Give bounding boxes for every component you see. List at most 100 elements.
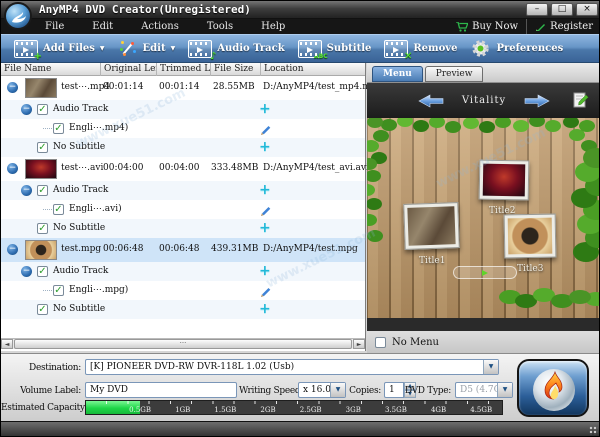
register-link[interactable]: Register <box>526 19 600 34</box>
resize-grip[interactable] <box>589 426 598 435</box>
add-subtitle-icon[interactable]: + <box>259 301 271 317</box>
title1-frame[interactable] <box>403 202 460 250</box>
no-menu-checkbox[interactable] <box>375 337 386 348</box>
volume-label-input[interactable]: My DVD <box>85 382 237 398</box>
capacity-bar: 0.5GB 1GB 1.5GB 2GB 2.5GB 3GB 3.5GB 4GB … <box>85 400 503 415</box>
track-checkbox[interactable]: ✓ <box>53 123 64 134</box>
col-original-length[interactable]: Original Leng <box>101 63 157 76</box>
scroll-right-icon[interactable]: ► <box>353 339 365 349</box>
film-audio-icon: ♪ <box>188 40 212 58</box>
col-file-size[interactable]: File Size <box>211 63 261 76</box>
audio-group-row[interactable]: − ✓ Audio Track + <box>1 262 365 281</box>
capacity-tick: 4GB <box>431 406 446 414</box>
menu-bar: File Edit Actions Tools Help Buy Now Reg… <box>1 19 600 34</box>
remove-button[interactable]: ✕ Remove <box>384 40 457 58</box>
capacity-tick: 2.5GB <box>300 406 322 414</box>
menu-preview-scene[interactable]: Title2 Title1 Title3 <box>367 118 600 318</box>
audio-checkbox[interactable]: ✓ <box>37 104 48 115</box>
maximize-button[interactable]: □ <box>551 3 573 16</box>
file-location: D:/AnyMP4/test.mpg <box>263 244 358 254</box>
toolbar: + Add Files ▼ Edit ▼ ♪ Audio Track ABC S… <box>1 34 600 63</box>
edit-menu-icon[interactable] <box>572 92 589 113</box>
file-row[interactable]: − test⋯.mp4 00:01:14 00:01:14 28.55MB D:… <box>1 76 365 100</box>
collapse-icon[interactable]: − <box>21 266 32 277</box>
audio-track-button[interactable]: ♪ Audio Track <box>188 40 284 58</box>
file-row[interactable]: − test⋯.avi 00:04:00 00:04:00 333.48MB D… <box>1 157 365 181</box>
collapse-icon[interactable]: − <box>7 163 18 174</box>
add-audio-icon[interactable]: + <box>259 263 271 279</box>
collapse-icon[interactable]: − <box>7 82 18 93</box>
prev-template-arrow-icon[interactable] <box>418 94 444 108</box>
destination-select[interactable]: [K] PIONEER DVD-RW DVR-118L 1.02 (Usb) ▼ <box>85 359 499 375</box>
chevron-down-icon[interactable]: ▼ <box>171 45 176 52</box>
collapse-icon[interactable]: − <box>21 104 32 115</box>
scrollbar-thumb[interactable]: ··· <box>14 339 352 349</box>
audio-group-row[interactable]: − ✓ Audio Track + <box>1 100 365 119</box>
preferences-button[interactable]: Preferences <box>470 38 563 59</box>
col-trimmed-length[interactable]: Trimmed Lengt <box>157 63 211 76</box>
add-files-button[interactable]: + Add Files ▼ <box>14 40 105 58</box>
menu-help[interactable]: Help <box>247 21 299 32</box>
col-file-name[interactable]: File Name <box>1 63 101 76</box>
next-template-arrow-icon[interactable] <box>524 94 550 108</box>
add-subtitle-icon[interactable]: + <box>259 139 271 155</box>
capacity-tick: 3GB <box>346 406 361 414</box>
tab-preview[interactable]: Preview <box>425 66 484 82</box>
subtitle-checkbox[interactable]: ✓ <box>37 223 48 234</box>
app-window: www.xue51.com www.xue51.com www.xue51.co… <box>0 0 600 437</box>
chevron-down-icon[interactable]: ▼ <box>483 360 498 374</box>
subtitle-checkbox[interactable]: ✓ <box>37 304 48 315</box>
dvd-type-select[interactable]: D5 (4.7G) ▼ <box>455 382 513 398</box>
audio-track-row[interactable]: ✓ Engli⋯.avi) <box>1 200 365 219</box>
add-audio-icon[interactable]: + <box>259 182 271 198</box>
audio-checkbox[interactable]: ✓ <box>37 185 48 196</box>
subtitle-row[interactable]: ✓ No Subtitle + <box>1 138 365 157</box>
audio-group-row[interactable]: − ✓ Audio Track + <box>1 181 365 200</box>
tab-menu[interactable]: Menu <box>372 66 423 82</box>
file-row-selected[interactable]: − test.mpg 00:06:48 00:06:48 439.31MB D:… <box>1 238 365 262</box>
writing-speed-select[interactable]: x 16.0 ▼ <box>298 382 346 398</box>
col-location[interactable]: Location <box>261 63 365 76</box>
horizontal-scrollbar[interactable]: ◄ ··· ► <box>1 338 365 349</box>
burn-button[interactable] <box>517 359 589 417</box>
menu-file[interactable]: File <box>31 21 78 32</box>
menu-edit[interactable]: Edit <box>78 21 127 32</box>
original-length: 00:06:48 <box>103 244 143 254</box>
menu-actions[interactable]: Actions <box>127 21 193 32</box>
cart-icon <box>456 22 468 32</box>
chevron-down-icon[interactable]: ▼ <box>330 383 345 397</box>
title3-frame[interactable] <box>504 214 557 259</box>
audio-group-label: Audio Track <box>53 185 108 195</box>
burn-settings-panel: Destination: [K] PIONEER DVD-RW DVR-118L… <box>1 353 600 421</box>
subtitle-row[interactable]: ✓ No Subtitle + <box>1 300 365 319</box>
subtitle-row[interactable]: ✓ No Subtitle + <box>1 219 365 238</box>
title2-frame[interactable] <box>479 160 530 201</box>
collapse-icon[interactable]: − <box>7 244 18 255</box>
add-audio-icon[interactable]: + <box>259 101 271 117</box>
capacity-tick: 1GB <box>175 406 190 414</box>
capacity-tick: 2GB <box>260 406 275 414</box>
track-checkbox[interactable]: ✓ <box>53 204 64 215</box>
audio-track-label: Engli⋯.avi) <box>69 204 122 214</box>
collapse-icon[interactable]: − <box>21 185 32 196</box>
audio-track-label: Engli⋯.mpg) <box>69 285 128 295</box>
scroll-left-icon[interactable]: ◄ <box>1 339 13 349</box>
audio-track-row[interactable]: ✓ Engli⋯.mp4) <box>1 119 365 138</box>
close-button[interactable]: × <box>576 3 598 16</box>
audio-checkbox[interactable]: ✓ <box>37 266 48 277</box>
minimize-button[interactable]: – <box>526 3 548 16</box>
menu-tools[interactable]: Tools <box>193 21 247 32</box>
chevron-down-icon[interactable]: ▼ <box>100 45 105 52</box>
add-subtitle-icon[interactable]: + <box>259 220 271 236</box>
subtitle-checkbox[interactable]: ✓ <box>37 142 48 153</box>
audio-track-row[interactable]: ✓ Engli⋯.mpg) <box>1 281 365 300</box>
track-checkbox[interactable]: ✓ <box>53 285 64 296</box>
template-nav-bar: Vitality <box>367 83 600 118</box>
buy-now-link[interactable]: Buy Now <box>448 19 526 34</box>
window-title: AnyMP4 DVD Creator(Unregistered) <box>39 3 251 16</box>
video-thumbnail <box>25 240 57 260</box>
edit-button[interactable]: Edit ▼ <box>118 39 176 58</box>
subtitle-button[interactable]: ABC Subtitle <box>298 40 372 58</box>
menu-play-button[interactable] <box>453 266 517 279</box>
gear-icon <box>470 38 491 59</box>
